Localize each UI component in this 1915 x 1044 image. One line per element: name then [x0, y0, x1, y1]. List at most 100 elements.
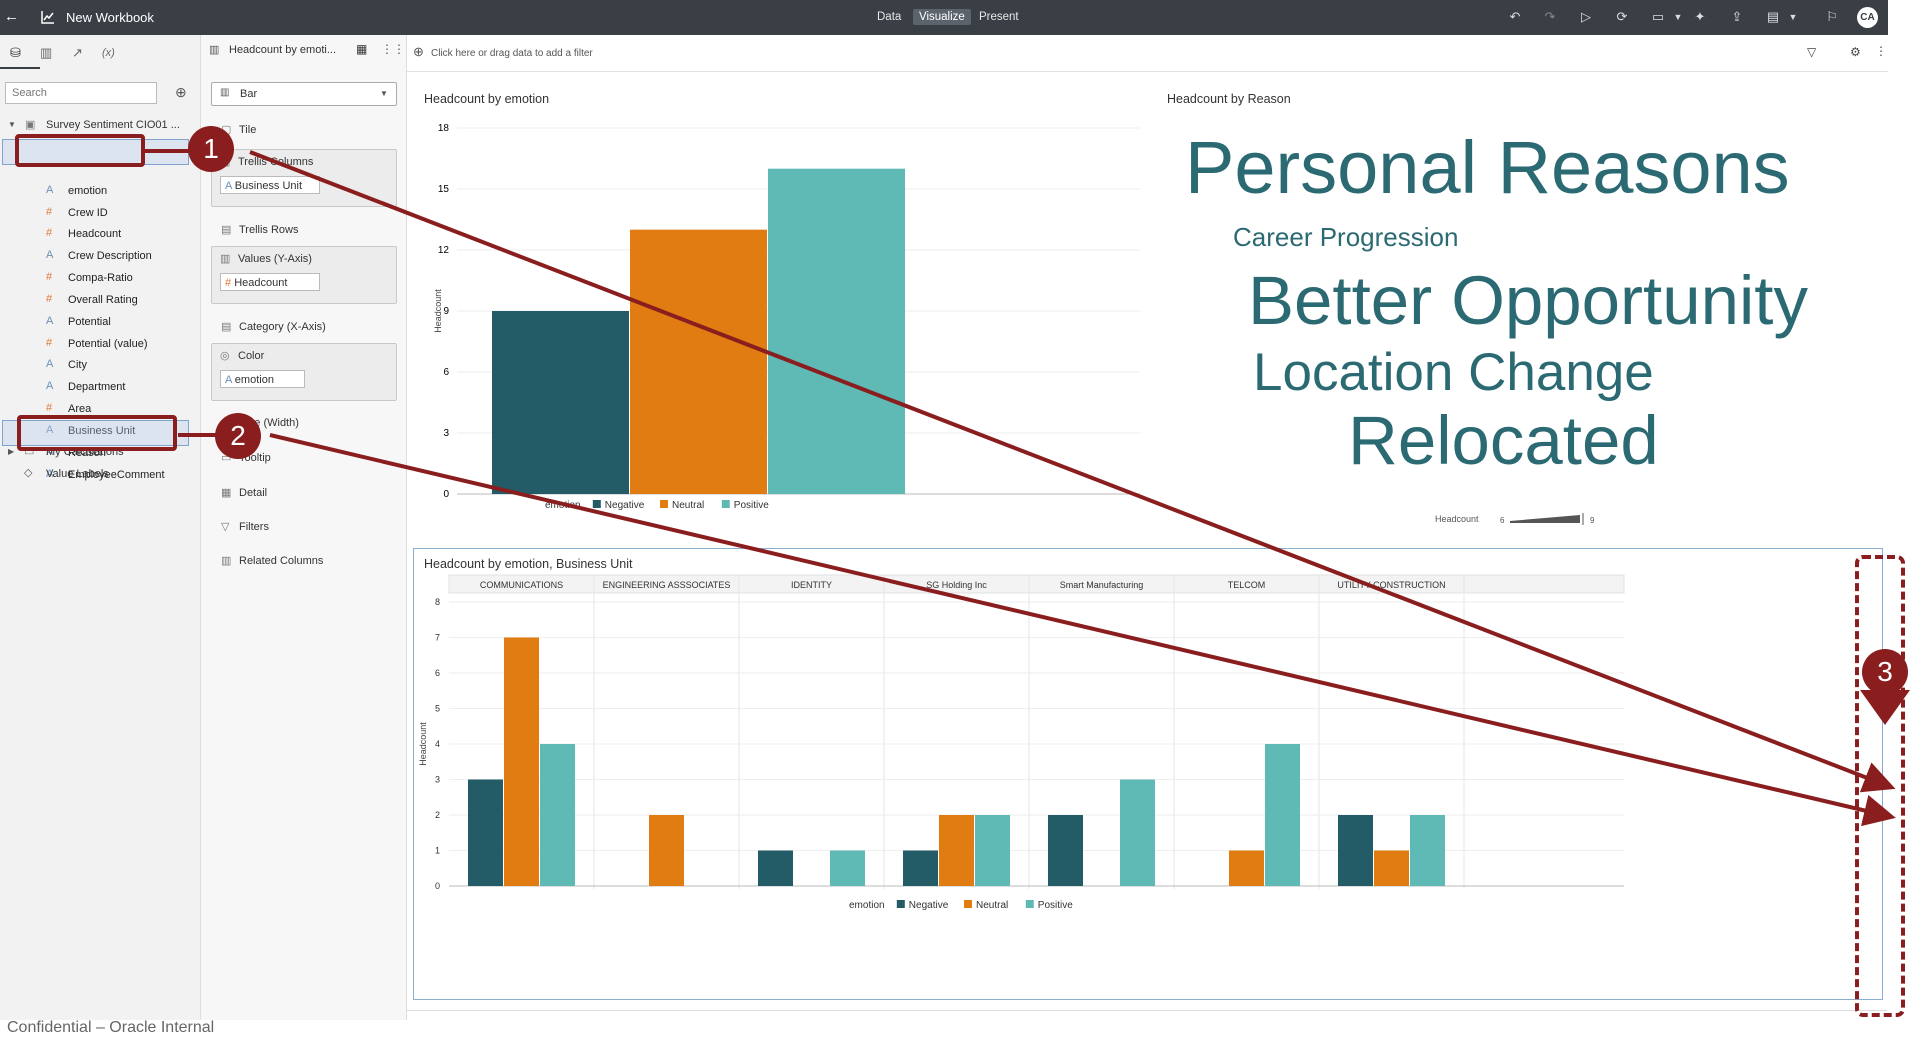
- bar-positive[interactable]: [768, 168, 905, 494]
- play-icon[interactable]: ▷: [1576, 7, 1596, 27]
- y-tick-label: 18: [438, 123, 450, 134]
- field-item[interactable]: Area: [68, 403, 91, 415]
- filter-options-icon[interactable]: ▽: [1807, 45, 1816, 59]
- bar-negative[interactable]: [492, 311, 629, 494]
- add-filter-icon[interactable]: ⊕: [413, 44, 424, 60]
- headcount-by-emotion-chart[interactable]: Headcount by emotion 0 3 6 9 12 15 18 Headcount…: [412, 80, 1152, 535]
- bookmark-icon[interactable]: ⚐: [1822, 7, 1842, 27]
- bar-neutral[interactable]: [1374, 850, 1409, 887]
- field-item[interactable]: Potential: [68, 316, 111, 328]
- properties-tab-icon[interactable]: ⋮⋮: [381, 42, 405, 56]
- calculations-tab-icon[interactable]: (x): [102, 47, 115, 59]
- more-options-icon[interactable]: ⋮: [1875, 44, 1887, 58]
- bar-negative[interactable]: [903, 850, 938, 887]
- active-tab-underline: [0, 67, 40, 69]
- bar-positive[interactable]: [1120, 779, 1155, 887]
- bar-neutral[interactable]: [630, 229, 767, 494]
- legend-item[interactable]: Negative: [909, 900, 949, 911]
- visualizations-tab-icon[interactable]: ▥: [40, 45, 52, 61]
- save-icon[interactable]: ▤: [1763, 7, 1783, 27]
- viz-name[interactable]: Headcount by emoti...: [229, 44, 336, 56]
- filter-bar[interactable]: ⊕ Click here or drag data to add a filte…: [407, 35, 1888, 72]
- bar-neutral[interactable]: [504, 637, 539, 887]
- bar-negative[interactable]: [468, 779, 503, 887]
- field-item[interactable]: emotion: [68, 185, 107, 197]
- bar-neutral[interactable]: [939, 815, 974, 886]
- search-input[interactable]: [5, 82, 157, 104]
- bar-negative[interactable]: [1338, 815, 1373, 886]
- field-item[interactable]: Overall Rating: [68, 294, 138, 306]
- add-data-icon[interactable]: ⊕: [175, 84, 187, 101]
- headcount-by-reason-chart[interactable]: Headcount by Reason Personal Reasons Car…: [1160, 80, 1888, 535]
- auto-insights-icon[interactable]: ✦: [1690, 7, 1710, 27]
- business-unit-pill[interactable]: A Business Unit: [220, 176, 320, 194]
- color-group[interactable]: ◎ Color A emotion: [211, 343, 397, 401]
- word-career-progression[interactable]: Career Progression: [1233, 222, 1458, 253]
- save-menu-chevron-icon[interactable]: ▼: [1783, 7, 1803, 27]
- filters-label[interactable]: Filters: [239, 521, 269, 533]
- tile-label[interactable]: Tile: [239, 124, 256, 136]
- bar-neutral[interactable]: [1229, 850, 1264, 887]
- headcount-pill[interactable]: # Headcount: [220, 273, 320, 291]
- expand-dataset-icon[interactable]: ▼: [8, 120, 16, 129]
- field-item[interactable]: Headcount: [68, 228, 121, 240]
- trellis-header-label: SG Holding Inc: [926, 580, 987, 590]
- legend-item[interactable]: Neutral: [976, 900, 1008, 911]
- related-columns-label[interactable]: Related Columns: [239, 555, 323, 567]
- emotion-pill[interactable]: A emotion: [220, 370, 305, 388]
- tab-visualize[interactable]: Visualize: [913, 9, 971, 25]
- field-item[interactable]: Crew Description: [68, 250, 152, 262]
- refresh-data-icon[interactable]: ⟳: [1612, 7, 1632, 27]
- analytics-tab-icon[interactable]: ↗: [72, 45, 83, 61]
- y-tick-label: 8: [435, 597, 440, 607]
- word-location-change[interactable]: Location Change: [1253, 342, 1654, 403]
- expand-calculations-icon[interactable]: ▶: [8, 447, 14, 456]
- back-icon[interactable]: ←: [4, 8, 19, 25]
- data-tab-icon[interactable]: ⛁: [10, 45, 21, 61]
- size-legend-max: 9: [1590, 516, 1595, 525]
- word-relocated[interactable]: Relocated: [1348, 401, 1659, 480]
- comment-icon[interactable]: ▭: [1648, 7, 1668, 27]
- tab-data[interactable]: Data: [871, 9, 907, 25]
- chevron-down-icon[interactable]: ▼: [1668, 7, 1688, 27]
- bar-positive[interactable]: [830, 850, 865, 887]
- legend-item[interactable]: Neutral: [672, 500, 704, 511]
- bar-negative[interactable]: [1048, 815, 1083, 886]
- trellis-rows-label[interactable]: Trellis Rows: [239, 224, 299, 236]
- canvas-settings-icon[interactable]: ⚙: [1850, 45, 1861, 59]
- avatar[interactable]: CA: [1857, 7, 1878, 28]
- legend-item[interactable]: Positive: [734, 500, 769, 511]
- bar-positive[interactable]: [1410, 815, 1445, 886]
- dataset-name[interactable]: Survey Sentiment CIO01 ...: [46, 119, 180, 131]
- bar-positive[interactable]: [975, 815, 1010, 886]
- bar-negative[interactable]: [758, 850, 793, 887]
- export-icon[interactable]: ⇪: [1727, 7, 1747, 27]
- trellis-columns-group[interactable]: ▥ Trellis Columns A Business Unit: [211, 149, 397, 207]
- chart-type-select[interactable]: ▥ Bar ▼: [211, 82, 397, 106]
- word-better-opportunity[interactable]: Better Opportunity: [1248, 261, 1808, 340]
- field-item[interactable]: City: [68, 359, 87, 371]
- redo-icon[interactable]: ↷: [1540, 7, 1560, 27]
- grammar-tab-icon[interactable]: ▦: [356, 42, 367, 56]
- filter-bar-hint: Click here or drag data to add a filter: [431, 48, 593, 59]
- color-palette-icon: ◎: [220, 350, 230, 362]
- value-labels[interactable]: Value Labels: [46, 468, 109, 480]
- tab-present[interactable]: Present: [973, 9, 1025, 25]
- field-item[interactable]: Potential (value): [68, 338, 148, 350]
- measure-icon: #: [225, 277, 232, 289]
- detail-label[interactable]: Detail: [239, 487, 267, 499]
- measure-icon: #: [46, 337, 53, 349]
- headcount-by-emotion-business-unit-chart[interactable]: Headcount by emotion, Business Unit COMM…: [413, 548, 1883, 1000]
- field-item[interactable]: Crew ID: [68, 207, 108, 219]
- undo-icon[interactable]: ↶: [1505, 7, 1525, 27]
- bar-positive[interactable]: [540, 744, 575, 886]
- bar-positive[interactable]: [1265, 744, 1300, 886]
- category-x-label[interactable]: Category (X-Axis): [239, 321, 326, 333]
- field-item[interactable]: Compa-Ratio: [68, 272, 133, 284]
- legend-item[interactable]: Positive: [1038, 900, 1073, 911]
- field-item[interactable]: Department: [68, 381, 125, 393]
- values-y-group[interactable]: ▥ Values (Y-Axis) # Headcount: [211, 246, 397, 304]
- bar-neutral[interactable]: [649, 815, 684, 886]
- legend-item[interactable]: Negative: [605, 500, 645, 511]
- word-personal-reasons[interactable]: Personal Reasons: [1185, 125, 1790, 210]
